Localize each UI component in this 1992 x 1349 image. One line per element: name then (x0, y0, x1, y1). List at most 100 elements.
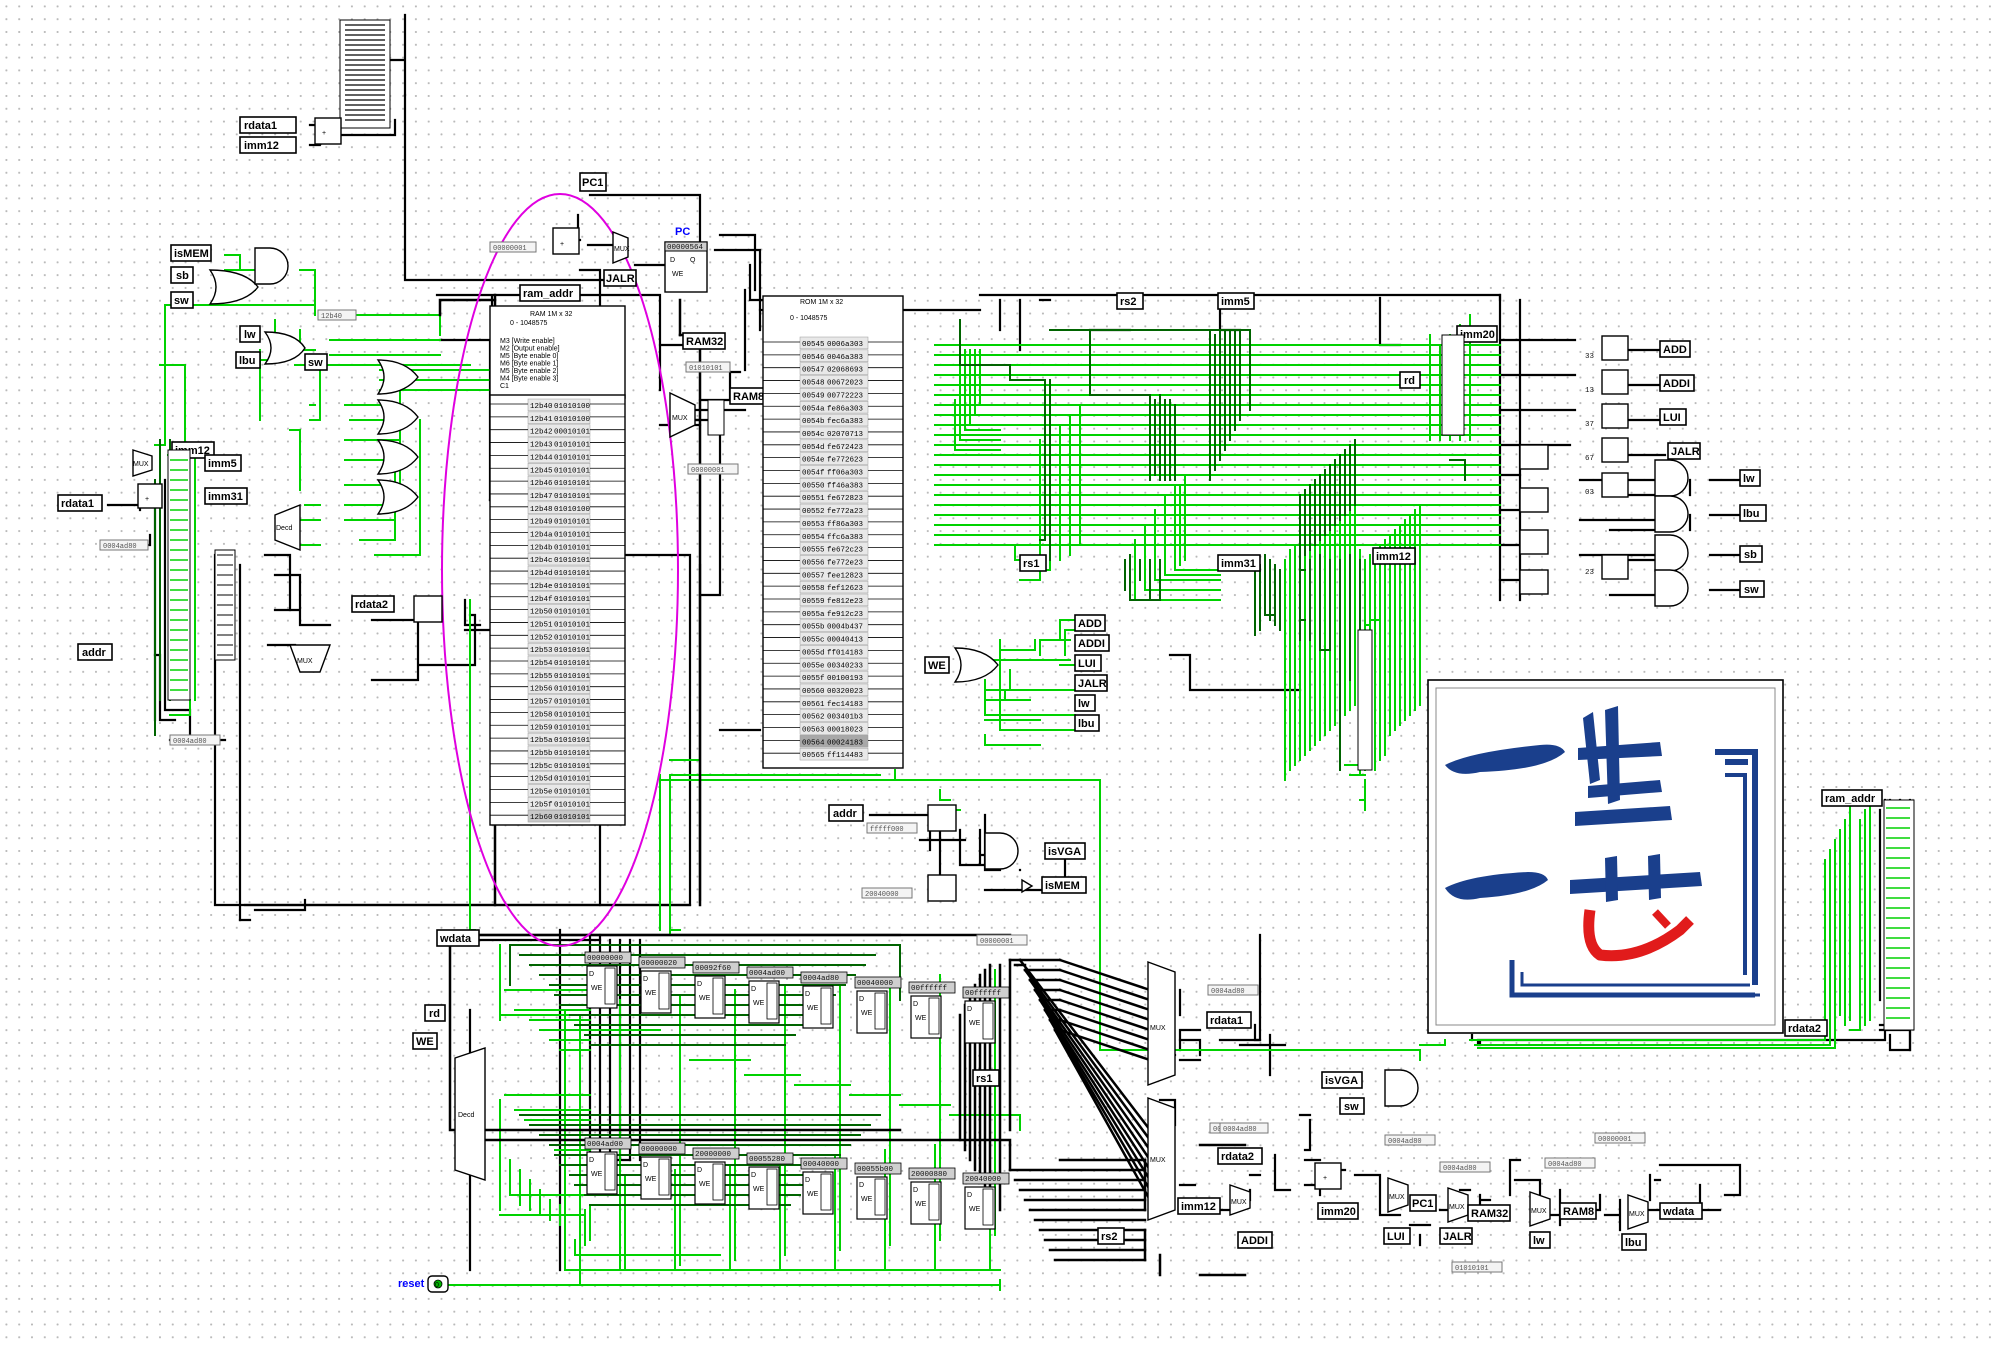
register: 00000000DQWE (584, 951, 632, 1009)
register-value: 0004ad80 (803, 975, 840, 983)
read-mux-1: MUX (1147, 960, 1176, 1087)
rom-row-value: 0006a303 (827, 341, 864, 349)
svg-text:RAM32: RAM32 (1471, 1208, 1508, 1220)
and-gate-vga-write (1384, 1069, 1419, 1107)
lbu-signal: lbu (1739, 504, 1767, 522)
register-value: 00000000 (587, 955, 624, 963)
svg-text:D: D (751, 986, 756, 993)
imm20-bot-label: imm20 (1317, 1202, 1359, 1220)
register: 20000880DQWE (908, 1167, 956, 1225)
reset-input[interactable]: 0 (427, 1275, 449, 1293)
ram32-label: RAM32 (682, 332, 726, 350)
we-addi-in: ADDI (1074, 634, 1110, 652)
svg-text:+: + (322, 130, 326, 137)
comparators-addr (927, 804, 957, 902)
svg-text:isVGA: isVGA (1325, 1075, 1358, 1087)
ram-row-value: 01010101 (554, 789, 591, 797)
ram-row-addr: 12b44 (530, 454, 553, 462)
register-we-pin: WE (915, 1015, 927, 1022)
rom-row-addr: 0054b (802, 418, 825, 426)
rom-row-value: 00320023 (827, 688, 864, 696)
sw-signal: sw (1739, 580, 1765, 598)
svg-text:JALR: JALR (606, 273, 635, 285)
rom-row-value: ff06a303 (827, 470, 864, 478)
svg-text:lbu: lbu (239, 355, 256, 367)
ram-row-value: 01010101 (554, 493, 591, 501)
ram-row-value: 01010100 (554, 506, 591, 514)
rdata2-right-label: rdata2 (1784, 1019, 1828, 1037)
ram-port-label: M5 [Byte enable 2] (500, 368, 558, 375)
wdata-bot-probe: 01010101 (1451, 1261, 1503, 1273)
ram-row-value: 01010101 (554, 699, 591, 707)
rom-row-value: fef12623 (827, 585, 864, 593)
ram-row-value: 01010101 (554, 570, 591, 578)
register-we-pin: WE (861, 1196, 873, 1203)
svg-text:MUX: MUX (1231, 1199, 1247, 1206)
svg-text:00000001: 00000001 (691, 467, 725, 475)
svg-text:+: + (1323, 1175, 1327, 1182)
svg-text:D: D (913, 1001, 918, 1008)
register-we-pin: WE (645, 990, 657, 997)
ram-row-value: 01010101 (554, 737, 591, 745)
svg-text:rs1: rs1 (1023, 558, 1040, 570)
rom-row-addr: 00554 (802, 534, 825, 542)
addr-mid-label: addr (828, 804, 864, 822)
wdata-label: wdata (436, 929, 480, 947)
ram-row-value: 01010101 (554, 583, 591, 591)
ram-title: RAM 1M x 32 (530, 311, 573, 318)
svg-text:imm5: imm5 (1221, 296, 1250, 308)
svg-text:rdata1: rdata1 (1210, 1015, 1243, 1027)
add-signal: ADD (1659, 340, 1691, 358)
top-splitter (339, 19, 391, 129)
jalr-signal: JALR (1667, 442, 1701, 460)
svg-text:01010101: 01010101 (1455, 1265, 1489, 1273)
svg-text:00000001: 00000001 (980, 938, 1014, 946)
pc-register: 00000564 D Q WE (664, 241, 708, 293)
imm5-label: imm5 (1217, 292, 1255, 310)
we-jalr-in: JALR (1074, 674, 1108, 692)
rs2-input: rs2 (1097, 1227, 1125, 1245)
rdata2-output: rdata2 (1217, 1147, 1263, 1165)
ram-row-addr: 12b46 (530, 480, 553, 488)
svg-text:0004ad80: 0004ad80 (1211, 988, 1245, 996)
addi-bot-label: ADDI (1237, 1231, 1273, 1249)
register-value: 00ffffff (911, 985, 948, 993)
we-output: WE (924, 656, 950, 674)
svg-text:ram_addr: ram_addr (1825, 793, 1876, 805)
ram-row-addr: 12b5c (530, 763, 553, 771)
svg-text:D: D (697, 1167, 702, 1174)
rom-row-addr: 0054d (802, 444, 825, 452)
svg-text:isMEM: isMEM (174, 248, 209, 260)
and-gate-ismem (254, 247, 289, 285)
lbu-bot-mux: MUX (1627, 1194, 1649, 1230)
rom-row-value: fe772623 (827, 457, 864, 465)
ram-row-value: 01010101 (554, 609, 591, 617)
svg-text:WE: WE (928, 660, 946, 672)
rom-row-addr: 00559 (802, 598, 825, 606)
svg-text:rdata2: rdata2 (1788, 1023, 1821, 1035)
ismem-label: isMEM (1041, 876, 1087, 894)
svg-text:fffff000: fffff000 (870, 826, 904, 834)
rom-row-value: fe672423 (827, 444, 864, 452)
addr-left-label: addr (77, 643, 113, 661)
register-we-pin: WE (861, 1010, 873, 1017)
rom-row-addr: 00564 (802, 739, 825, 747)
register-value: 20040000 (965, 1176, 1002, 1184)
rom-row-value: fe912c23 (827, 611, 864, 619)
ram-port-label: M3 [Write enable] (500, 338, 555, 345)
rom-addr-range: 0 - 1048575 (790, 315, 827, 322)
register-we-pin: WE (645, 1176, 657, 1183)
ram32-probe: 01010101 (685, 361, 731, 373)
rom-row-value: 00672023 (827, 380, 864, 388)
rom-row-value: 00100193 (827, 675, 864, 683)
rdata1-top-label: rdata1 (239, 116, 297, 134)
svg-text:03: 03 (1585, 489, 1595, 497)
svg-text:MUX: MUX (614, 246, 630, 253)
svg-text:PC1: PC1 (582, 177, 603, 189)
svg-text:lw: lw (1078, 698, 1090, 710)
register: 00ffffffDQWE (908, 981, 956, 1039)
ram-port-label: M6 [Byte enable 1] (500, 361, 558, 368)
svg-text:rdata2: rdata2 (1221, 1151, 1254, 1163)
rom-row-addr: 00547 (802, 367, 825, 375)
ram-row-value: 01010101 (554, 532, 591, 540)
